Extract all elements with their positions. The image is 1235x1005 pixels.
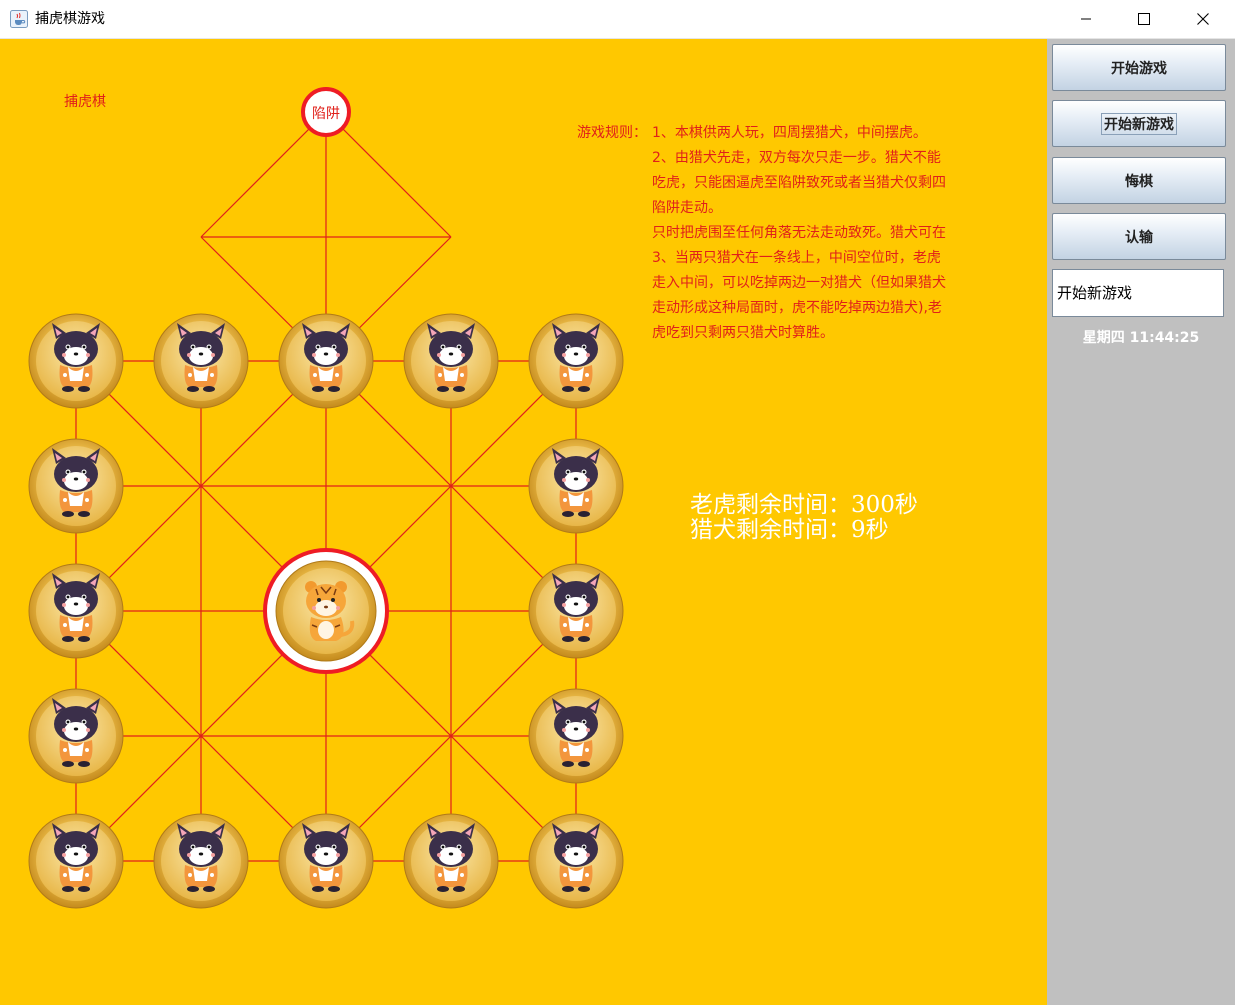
rules-line: 只时把虎围至任何角落无法走动致死。猎犬可在	[652, 225, 946, 241]
clock-display: 星期四 11:44:25	[1082, 330, 1200, 346]
dog-piece-icon[interactable]	[528, 563, 624, 659]
rules-line: 走入中间，可以吃掉两边一对猎犬（但如果猎犬	[652, 275, 946, 291]
dog-piece-icon[interactable]	[278, 813, 374, 909]
dog-piece-icon[interactable]	[153, 313, 249, 409]
title-bar: 捕虎棋游戏	[0, 0, 1235, 39]
new-game-label: 开始新游戏	[1101, 112, 1177, 135]
undo-button[interactable]: 悔棋	[1052, 157, 1226, 204]
dog-piece-icon[interactable]	[528, 688, 624, 784]
dog-piece-icon[interactable]	[28, 813, 124, 909]
java-cup-icon	[10, 10, 28, 28]
start-game-label: 开始游戏	[1111, 60, 1167, 77]
rules-line: 走动形成这种局面时，虎不能吃掉两边猎犬),老	[652, 300, 942, 316]
dog-piece-icon[interactable]	[403, 813, 499, 909]
board-lines	[75, 111, 577, 862]
start-game-button[interactable]: 开始游戏	[1052, 44, 1226, 91]
maximize-button[interactable]	[1121, 0, 1167, 38]
dog-piece-icon[interactable]	[28, 438, 124, 534]
trap-label: 陷阱	[312, 106, 340, 122]
dog-piece-icon[interactable]	[28, 313, 124, 409]
board-line	[200, 111, 327, 238]
dog-piece-icon[interactable]	[528, 438, 624, 534]
minimize-button[interactable]	[1063, 0, 1109, 38]
rules-line: 2、由猎犬先走，双方每次只走一步。猎犬不能	[652, 150, 941, 166]
surrender-label: 认输	[1125, 229, 1153, 246]
dog-piece-icon[interactable]	[278, 313, 374, 409]
dog-piece-icon[interactable]	[528, 313, 624, 409]
rules-line: 3、当两只猎犬在一条线上，中间空位时，老虎	[652, 250, 941, 266]
rules-line: 虎吃到只剩两只猎犬时算胜。	[652, 325, 834, 341]
close-icon	[1197, 13, 1209, 25]
dog-piece-icon[interactable]	[28, 688, 124, 784]
rules-line: 吃虎，只能困逼虎至陷阱致死或者当猎犬仅剩四	[652, 175, 946, 191]
dog-timer: 猎犬剩余时间：9秒	[690, 517, 889, 543]
game-board[interactable]: 捕虎棋 陷阱 游戏规则： 1、本棋供两人玩，四周摆猎犬，中间摆虎。 2、由猎犬先…	[0, 39, 1047, 1005]
tiger-timer: 老虎剩余时间：300秒	[690, 492, 918, 518]
rules-line: 1、本棋供两人玩，四周摆猎犬，中间摆虎。	[652, 125, 927, 141]
control-panel: 开始游戏 开始新游戏 悔棋 认输 开始新游戏 星期四 11:44:25	[1047, 39, 1235, 1005]
status-field[interactable]: 开始新游戏	[1052, 269, 1224, 317]
rules-line: 陷阱走动。	[652, 200, 722, 216]
undo-label: 悔棋	[1125, 173, 1153, 190]
dog-piece-icon[interactable]	[403, 313, 499, 409]
trap-point[interactable]: 陷阱	[301, 87, 351, 137]
window-title: 捕虎棋游戏	[35, 11, 105, 27]
dog-piece-icon[interactable]	[528, 813, 624, 909]
dog-piece-icon[interactable]	[153, 813, 249, 909]
close-button[interactable]	[1180, 0, 1226, 38]
tiger-piece-icon[interactable]	[263, 548, 389, 674]
minimize-icon	[1081, 18, 1091, 20]
surrender-button[interactable]: 认输	[1052, 213, 1226, 260]
board-line	[325, 111, 452, 238]
maximize-icon	[1138, 13, 1150, 25]
new-game-button[interactable]: 开始新游戏	[1052, 100, 1226, 147]
dog-piece-icon[interactable]	[28, 563, 124, 659]
rules-heading: 游戏规则：	[577, 125, 647, 141]
